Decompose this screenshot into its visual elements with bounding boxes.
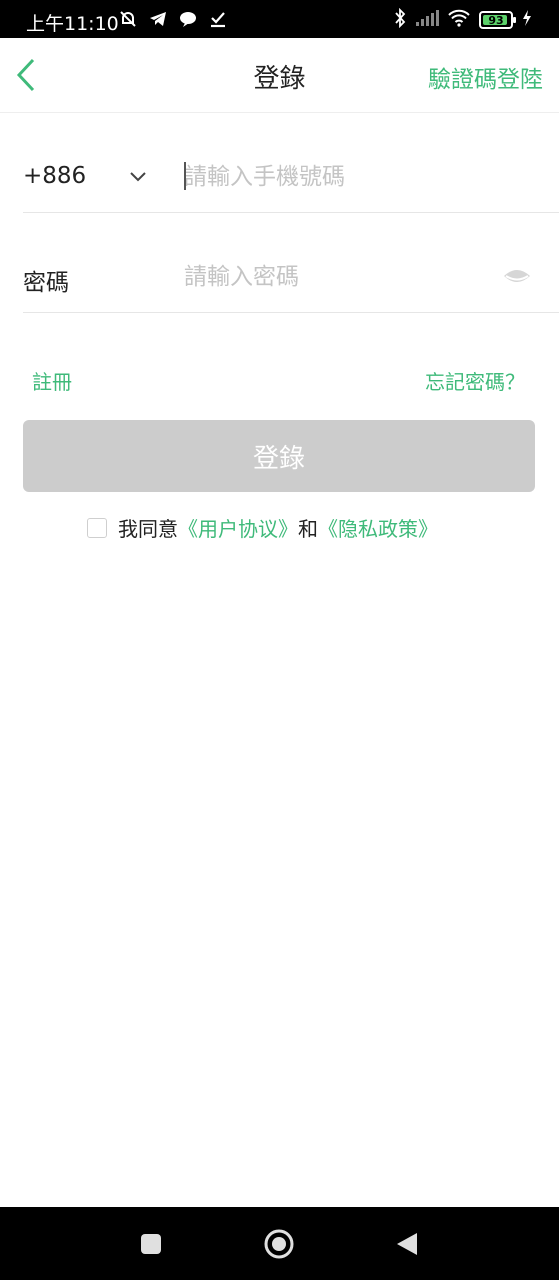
agreement-and: 和 — [298, 517, 318, 541]
app-header: 登錄 驗證碼登陸 — [0, 38, 559, 113]
muted-alarm-icon — [118, 9, 138, 29]
agreement-prefix: 我同意 — [118, 517, 178, 541]
home-icon — [264, 1229, 294, 1258]
signal-icon — [415, 9, 439, 31]
user-agreement-link[interactable]: 《用户协议》 — [178, 513, 298, 542]
back-icon — [397, 1232, 417, 1255]
recent-apps-icon — [141, 1233, 161, 1254]
download-done-icon — [208, 9, 228, 29]
phone-row: +886 — [23, 113, 559, 213]
password-visibility-toggle[interactable] — [502, 265, 532, 287]
password-label: 密碼 — [23, 270, 69, 296]
country-code-selector[interactable]: +886 — [23, 163, 86, 189]
forgot-password-link[interactable]: 忘記密碼？ — [425, 366, 525, 395]
eye-icon — [504, 270, 530, 282]
charging-icon — [521, 9, 533, 31]
phone-input[interactable] — [184, 157, 504, 197]
battery-icon: 93 — [479, 11, 516, 29]
battery-level: 93 — [488, 13, 504, 27]
status-time: 上午11:10 — [26, 13, 119, 35]
text-cursor — [184, 162, 186, 190]
nav-back-button[interactable] — [377, 1207, 437, 1280]
bluetooth-icon — [393, 7, 407, 32]
wifi-icon — [447, 9, 471, 31]
home-button[interactable] — [249, 1207, 309, 1280]
agreement-row: 我同意 《用户协议》 和 《隐私政策》 — [87, 513, 438, 542]
status-bar: 上午11:10 93 — [0, 0, 559, 38]
chevron-down-icon[interactable] — [128, 169, 148, 183]
login-button[interactable]: 登錄 — [23, 420, 535, 492]
agreement-checkbox[interactable] — [87, 517, 107, 538]
register-link[interactable]: 註冊 — [32, 366, 72, 395]
system-nav-bar — [0, 1207, 559, 1280]
password-row: 密碼 — [23, 213, 559, 313]
recent-apps-button[interactable] — [121, 1207, 181, 1280]
verification-code-login-link[interactable]: 驗證碼登陸 — [428, 60, 543, 94]
privacy-policy-link[interactable]: 《隐私政策》 — [318, 513, 438, 542]
password-input[interactable] — [184, 257, 504, 297]
telegram-icon — [148, 9, 168, 29]
chat-bubble-icon — [178, 9, 198, 29]
